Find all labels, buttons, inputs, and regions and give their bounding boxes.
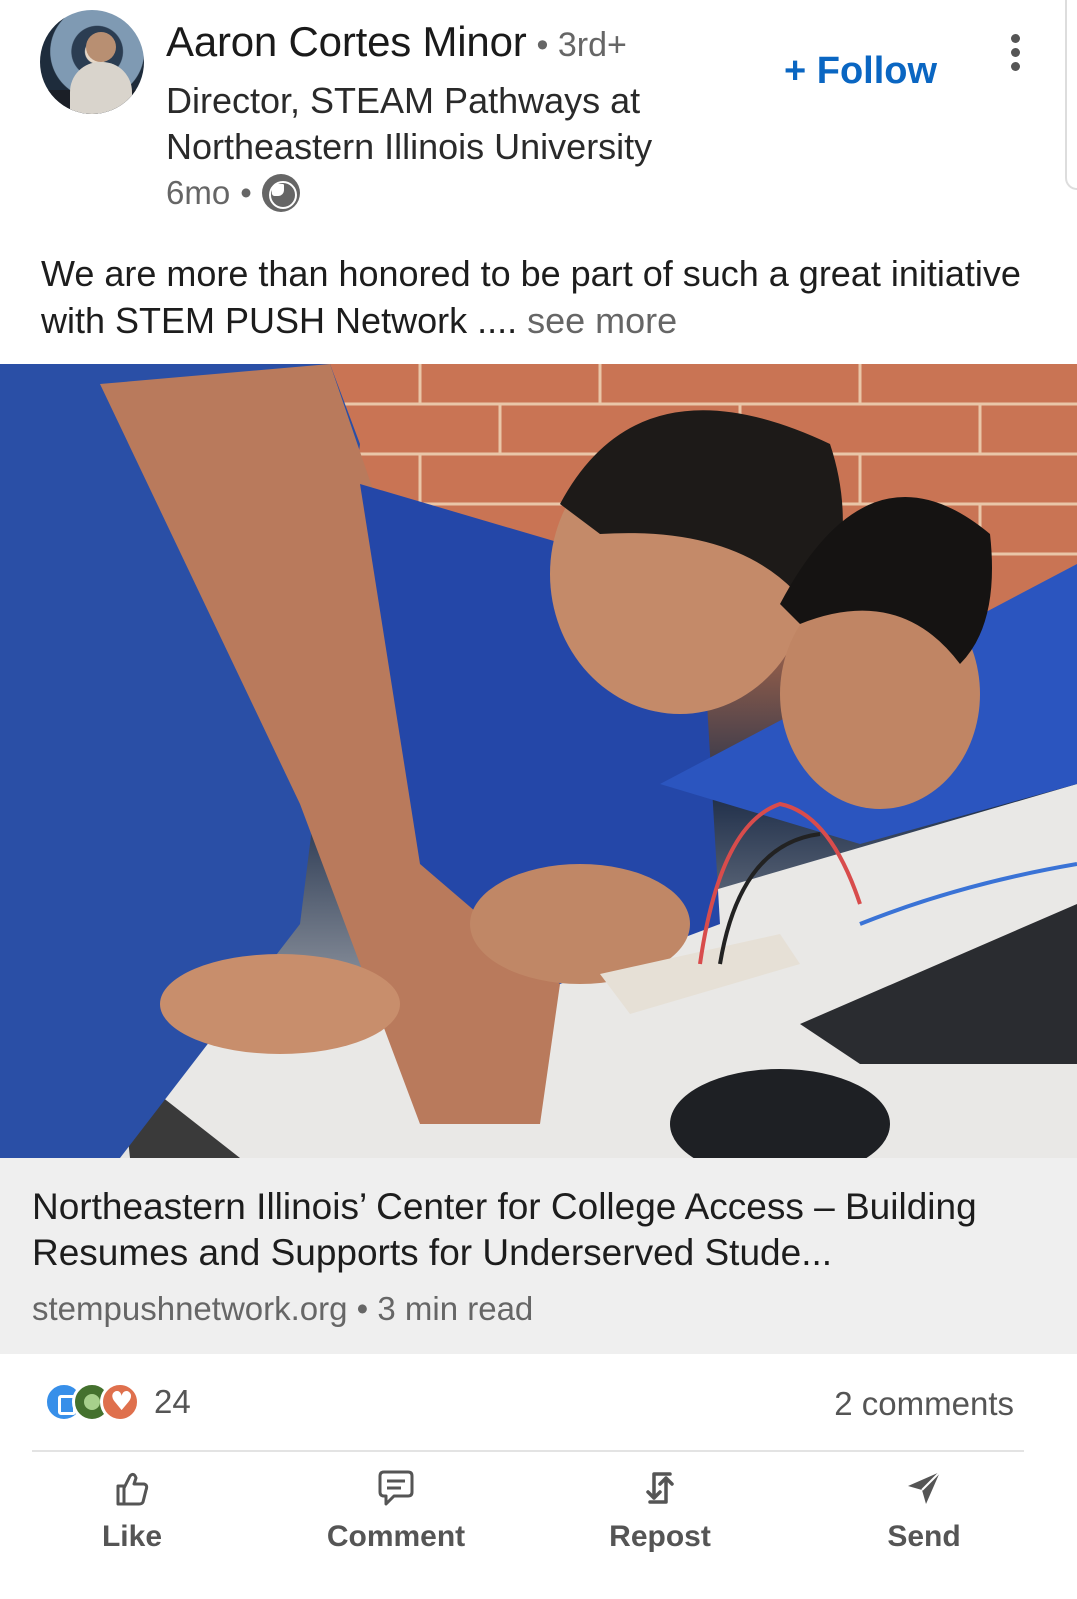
author-avatar[interactable] bbox=[40, 10, 144, 114]
action-bar: Like Comment Repost Send bbox=[0, 1462, 1077, 1562]
post-image[interactable] bbox=[0, 364, 1077, 1158]
connection-degree: • 3rd+ bbox=[536, 26, 627, 64]
students-photo bbox=[0, 364, 1077, 1158]
link-source: stempushnetwork.org • 3 min read bbox=[32, 1290, 534, 1327]
meta-separator: • bbox=[240, 174, 252, 211]
comments-count-link[interactable]: 2 comments bbox=[834, 1385, 1014, 1423]
send-label: Send bbox=[887, 1520, 961, 1553]
post-meta: 6mo • bbox=[166, 174, 300, 212]
comment-icon bbox=[296, 1466, 496, 1516]
divider bbox=[32, 1450, 1024, 1452]
see-more-link[interactable]: see more bbox=[527, 300, 677, 341]
send-icon bbox=[824, 1466, 1024, 1516]
love-reaction-icon bbox=[100, 1382, 140, 1422]
author-name-row: Aaron Cortes Minor • 3rd+ bbox=[166, 18, 627, 66]
repost-label: Repost bbox=[609, 1520, 711, 1553]
send-button[interactable]: Send bbox=[824, 1462, 1024, 1562]
like-label: Like bbox=[101, 1520, 163, 1553]
author-headline: Director, STEAM Pathways at Northeastern… bbox=[166, 80, 653, 167]
link-preview-card[interactable]: Northeastern Illinois’ Center for Colleg… bbox=[0, 1158, 1077, 1354]
link-title[interactable]: Northeastern Illinois’ Center for Colleg… bbox=[32, 1184, 1042, 1276]
post-age: 6mo bbox=[166, 174, 231, 211]
repost-icon bbox=[560, 1466, 760, 1516]
side-panel-edge bbox=[1065, 0, 1077, 190]
reaction-count: 24 bbox=[154, 1383, 191, 1420]
post-text: We are more than honored to be part of s… bbox=[41, 250, 1031, 344]
repost-button[interactable]: Repost bbox=[560, 1462, 760, 1562]
reactions-summary[interactable]: 24 bbox=[44, 1382, 191, 1422]
globe-icon bbox=[261, 174, 300, 212]
more-vertical-icon[interactable] bbox=[1000, 30, 1030, 74]
author-name[interactable]: Aaron Cortes Minor bbox=[166, 18, 527, 66]
comment-label: Comment bbox=[326, 1520, 466, 1553]
like-icon bbox=[32, 1466, 232, 1516]
linkedin-post: Aaron Cortes Minor • 3rd+ Director, STEA… bbox=[0, 0, 1077, 1599]
follow-button[interactable]: + Follow bbox=[784, 50, 937, 93]
comment-button[interactable]: Comment bbox=[296, 1462, 496, 1562]
like-button[interactable]: Like bbox=[32, 1462, 232, 1562]
